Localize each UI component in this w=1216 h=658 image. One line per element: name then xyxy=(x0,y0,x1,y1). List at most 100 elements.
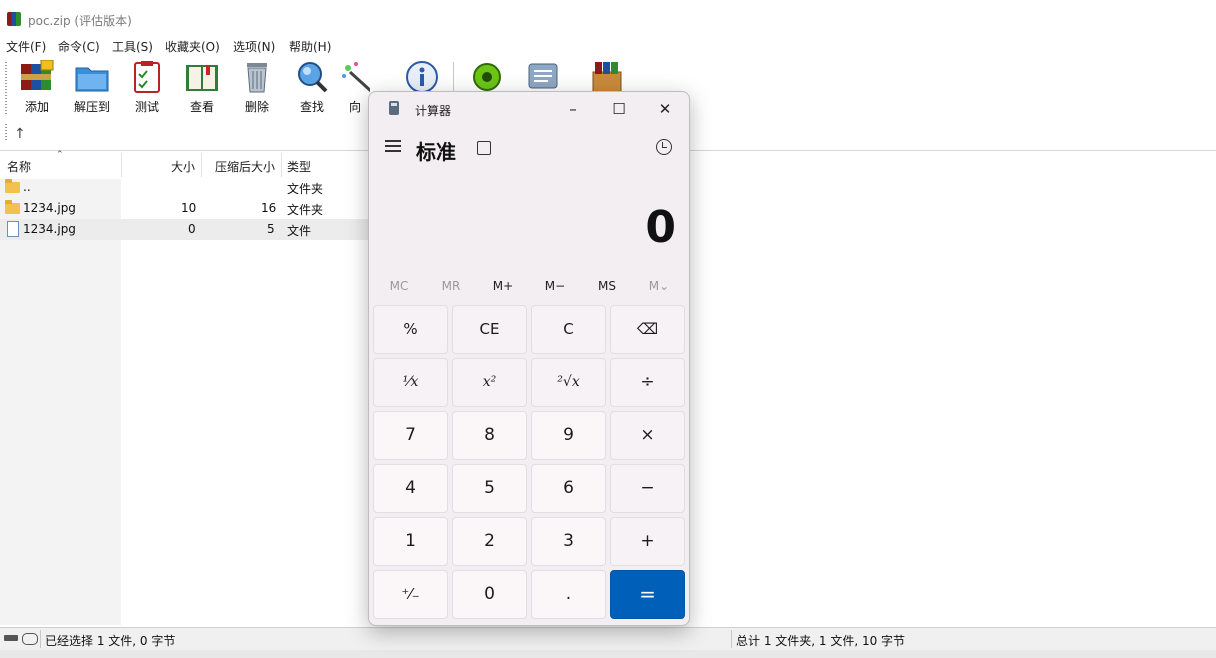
up-folder-icon[interactable]: ↑ xyxy=(14,126,26,142)
info-icon xyxy=(404,60,440,94)
multiply-button[interactable]: × xyxy=(610,411,685,460)
digit-4-button[interactable]: 4 xyxy=(373,464,448,513)
file-row-selected[interactable]: 1234.jpg 0 5 文件 xyxy=(0,219,370,240)
calculator-display: 0 xyxy=(645,202,676,253)
close-button[interactable]: ✕ xyxy=(645,96,685,122)
sfx-box-icon xyxy=(589,60,625,94)
reciprocal-button[interactable]: ¹⁄x xyxy=(373,358,448,407)
folder-icon xyxy=(5,200,20,214)
keep-on-top-icon[interactable] xyxy=(477,141,491,155)
file-icon xyxy=(7,221,19,237)
column-divider[interactable] xyxy=(121,153,122,177)
divide-button[interactable]: ÷ xyxy=(610,358,685,407)
memory-list-button[interactable]: M⌄ xyxy=(633,279,685,293)
view-button[interactable]: 查看 xyxy=(175,60,229,115)
memory-clear-button[interactable]: MC xyxy=(373,279,425,293)
memory-store-button[interactable]: MS xyxy=(581,279,633,293)
digit-9-button[interactable]: 9 xyxy=(531,411,606,460)
menu-tools[interactable]: 工具(S) xyxy=(112,38,153,55)
extract-label: 解压到 xyxy=(73,100,110,114)
file-type: 文件夹 xyxy=(287,203,324,217)
view-book-icon xyxy=(184,60,220,94)
status-total: 总计 1 文件夹, 1 文件, 10 字节 xyxy=(736,634,906,648)
memory-add-button[interactable]: M+ xyxy=(477,279,529,293)
memory-row: MC MR M+ M− MS M⌄ xyxy=(373,276,685,298)
percent-button[interactable]: % xyxy=(373,305,448,354)
key-icon[interactable] xyxy=(22,633,38,645)
column-divider[interactable] xyxy=(281,153,282,177)
file-row[interactable]: 1234.jpg 10 16 文件夹 xyxy=(0,198,370,219)
digit-6-button[interactable]: 6 xyxy=(531,464,606,513)
name-column-background xyxy=(0,179,121,625)
column-size[interactable]: 大小 xyxy=(171,158,195,175)
column-divider[interactable] xyxy=(201,153,202,177)
calculator-mode: 标准 xyxy=(416,140,456,164)
menu-file[interactable]: 文件(F) xyxy=(6,38,46,55)
column-type[interactable]: 类型 xyxy=(287,158,311,175)
column-packed[interactable]: 压缩后大小 xyxy=(215,158,275,175)
toolbar-grip xyxy=(5,62,7,114)
address-grip xyxy=(5,124,7,142)
info-button[interactable] xyxy=(395,60,449,94)
digit-2-button[interactable]: 2 xyxy=(452,517,527,566)
delete-label: 删除 xyxy=(244,100,269,114)
find-label: 查找 xyxy=(299,100,324,114)
wizard-label: 向 xyxy=(348,100,361,114)
decimal-button[interactable]: . xyxy=(531,570,606,619)
virus-scan-icon xyxy=(469,60,505,94)
digit-7-button[interactable]: 7 xyxy=(373,411,448,460)
file-name: 1234.jpg xyxy=(23,201,76,215)
find-button[interactable]: 查找 xyxy=(285,60,339,115)
digit-0-button[interactable]: 0 xyxy=(452,570,527,619)
backspace-button[interactable]: ⌫ xyxy=(610,305,685,354)
comment-button[interactable] xyxy=(516,60,570,94)
digit-8-button[interactable]: 8 xyxy=(452,411,527,460)
add-label: 添加 xyxy=(24,100,49,114)
clear-button[interactable]: C xyxy=(531,305,606,354)
extract-button[interactable]: 解压到 xyxy=(65,60,119,115)
delete-button[interactable]: 删除 xyxy=(230,60,284,115)
magnifier-icon xyxy=(294,60,330,94)
menu-bar: 文件(F) 命令(C) 工具(S) 收藏夹(O) 选项(N) 帮助(H) xyxy=(0,34,1216,54)
test-clipboard-icon xyxy=(129,60,165,94)
digit-3-button[interactable]: 3 xyxy=(531,517,606,566)
menu-hamburger-icon[interactable] xyxy=(385,140,401,152)
menu-favorites[interactable]: 收藏夹(O) xyxy=(165,38,220,55)
drive-icon[interactable] xyxy=(4,635,18,641)
column-name[interactable]: 名称 xyxy=(7,158,31,175)
digit-1-button[interactable]: 1 xyxy=(373,517,448,566)
virus-scan-button[interactable] xyxy=(460,60,514,94)
file-packed-size: 5 xyxy=(267,222,275,236)
subtract-button[interactable]: − xyxy=(610,464,685,513)
digit-5-button[interactable]: 5 xyxy=(452,464,527,513)
test-label: 测试 xyxy=(134,100,159,114)
minimize-button[interactable]: – xyxy=(553,96,593,122)
test-button[interactable]: 测试 xyxy=(120,60,174,115)
negate-button[interactable]: ⁺⁄₋ xyxy=(373,570,448,619)
status-selection: 已经选择 1 文件, 0 字节 xyxy=(45,634,176,648)
sort-ascending-icon: ⌃ xyxy=(56,150,64,160)
equals-button[interactable]: = xyxy=(610,570,685,619)
file-packed-size: 16 xyxy=(261,201,277,215)
history-icon[interactable] xyxy=(656,139,672,155)
sfx-button[interactable] xyxy=(580,60,634,94)
wizard-button[interactable]: 向 xyxy=(340,60,370,115)
file-name: .. xyxy=(23,180,31,194)
add-button-calc[interactable]: + xyxy=(610,517,685,566)
menu-commands[interactable]: 命令(C) xyxy=(58,38,100,55)
memory-subtract-button[interactable]: M− xyxy=(529,279,581,293)
extract-folder-icon xyxy=(74,60,110,94)
memory-recall-button[interactable]: MR xyxy=(425,279,477,293)
menu-options[interactable]: 选项(N) xyxy=(233,38,275,55)
file-size: 0 xyxy=(188,222,196,236)
square-button[interactable]: x² xyxy=(452,358,527,407)
clear-entry-button[interactable]: CE xyxy=(452,305,527,354)
maximize-button[interactable]: ☐ xyxy=(599,96,639,122)
add-button[interactable]: 添加 xyxy=(10,59,64,115)
square-root-button[interactable]: ²√x xyxy=(531,358,606,407)
menu-help[interactable]: 帮助(H) xyxy=(289,38,331,55)
trash-icon xyxy=(239,60,275,94)
file-row-parent[interactable]: .. 文件夹 xyxy=(0,177,370,198)
file-type: 文件 xyxy=(287,224,312,238)
winrar-app-icon xyxy=(7,12,21,26)
